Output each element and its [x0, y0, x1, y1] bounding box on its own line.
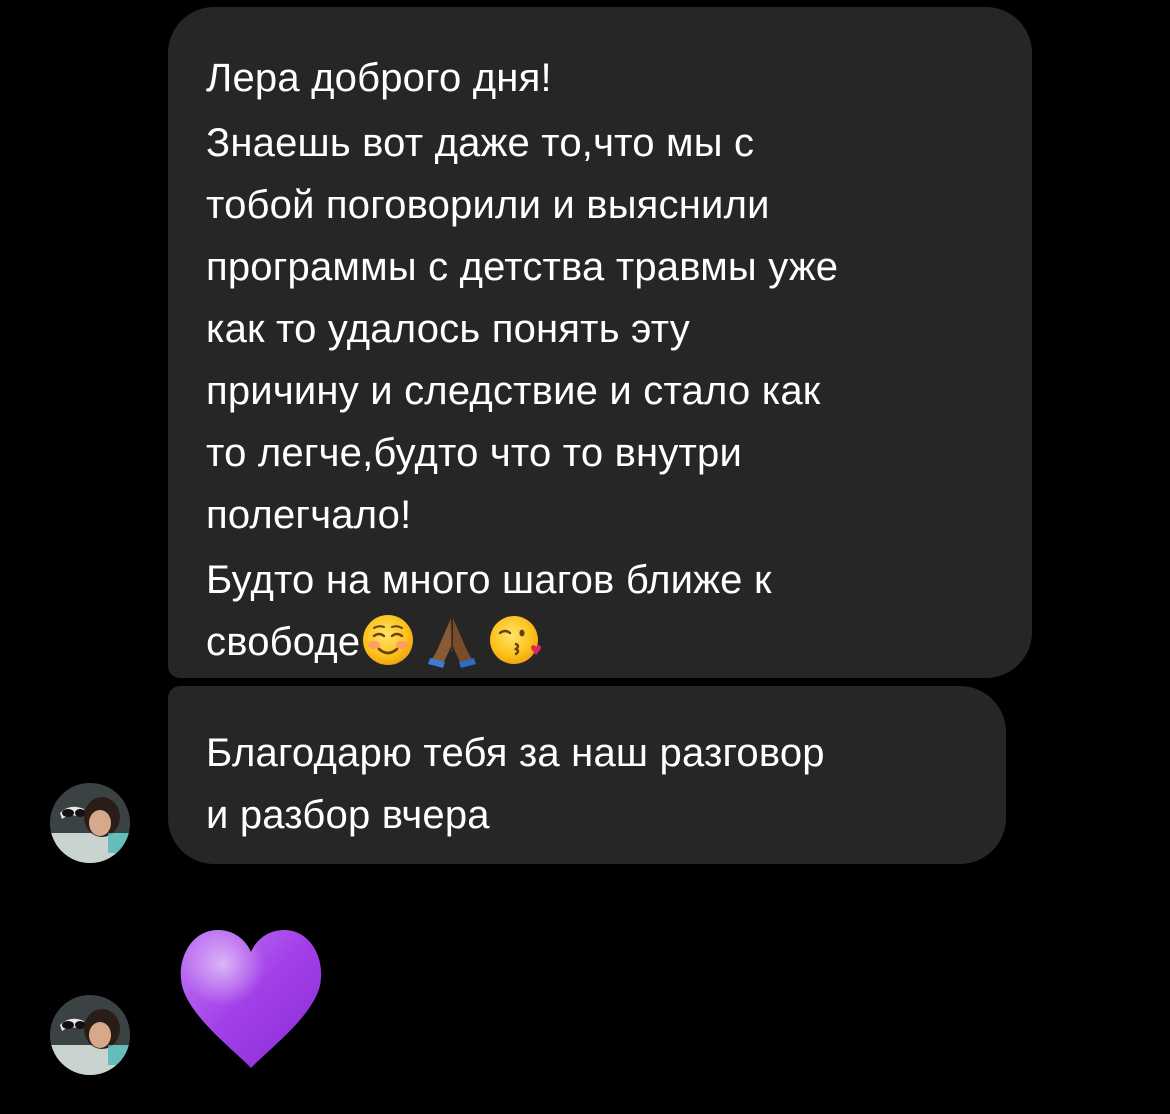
message-text-line: Будто на много шагов ближе к [206, 558, 772, 602]
message-text-line: то легче,будто что то внутри [206, 431, 743, 475]
message-text-line: программы с детства травмы уже [206, 245, 839, 289]
message-text-line: и разбор вчера [206, 793, 490, 837]
emoji-group [360, 612, 544, 669]
message-text-fragment: свободе [206, 620, 361, 664]
kissing-heart-emoji [490, 616, 542, 665]
avatar-photo-icon [50, 783, 130, 863]
message-text-line: причину и следствие и стало как [206, 369, 821, 413]
message-text-line: Знаешь вот даже то,что мы с [206, 121, 755, 165]
message-text-line: тобой поговорили и выяснили [206, 183, 770, 227]
incoming-message-bubble[interactable]: Лера доброго дня! Знаешь вот даже то,что… [168, 7, 1032, 678]
sender-avatar[interactable] [50, 783, 130, 863]
message-text-line: полегчало! [206, 493, 412, 537]
message-text-line: как то удалось понять эту [206, 307, 690, 351]
purple-heart-icon[interactable] [176, 922, 326, 1072]
message-text-line: Благодарю тебя за наш разговор [206, 731, 825, 775]
message-text-line-with-emojis: свободе [206, 611, 1002, 673]
avatar-photo-icon [50, 995, 130, 1075]
incoming-message-bubble[interactable]: Благодарю тебя за наш разговор и разбор … [168, 686, 1006, 864]
sender-avatar[interactable] [50, 995, 130, 1075]
folded-hands-emoji [428, 618, 477, 669]
message-text-line: Лера доброго дня! [206, 56, 552, 100]
smiling-blush-emoji [363, 615, 414, 666]
